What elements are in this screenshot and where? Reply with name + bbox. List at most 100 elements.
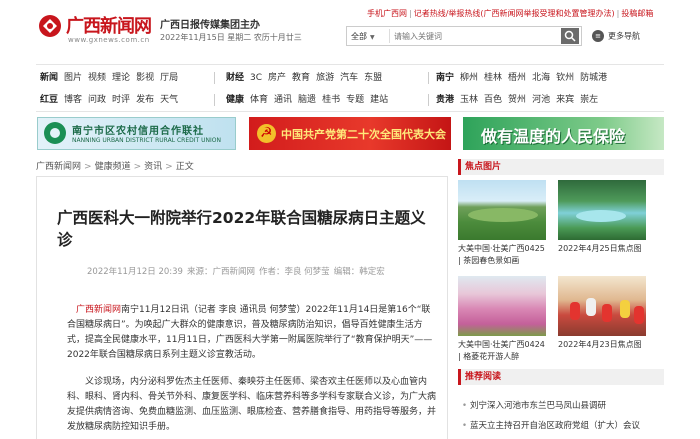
- more-nav-button[interactable]: ≡ 更多导航: [592, 30, 640, 42]
- ad-banner-credit-union[interactable]: 南宁市区农村信用合作联社 NANNING URBAN DISTRICT RURA…: [37, 117, 236, 150]
- lunar-date-text: 农历十月廿三: [253, 33, 302, 42]
- breadcrumb-current: 正文: [175, 162, 194, 172]
- nav-link[interactable]: 红豆: [40, 95, 58, 105]
- ad-banner-insurance[interactable]: 做有温度的人民保险: [463, 117, 664, 150]
- article-panel: 广西医科大一附院举行2022年联合国糖尿病日主题义诊 2022年11月12日 2…: [36, 176, 448, 439]
- nav-link[interactable]: 玉林: [460, 95, 478, 105]
- focus-photo-river[interactable]: [558, 180, 646, 240]
- breadcrumb-separator: >: [165, 162, 173, 172]
- nav-row: 红豆 博客 问政 时评 发布 天气 健康 体育 通讯 脑遗 桂书 专题 建站 贵港 玉林 百色 贺州 河池 来宾…: [36, 91, 664, 111]
- nav-link[interactable]: 新闻: [40, 73, 58, 83]
- focus-photo-children[interactable]: [558, 276, 646, 336]
- recommend-item[interactable]: • 刘宁深入河池市东兰巴马凤山县调研: [462, 399, 606, 411]
- banner-title: 做有温度的人民保险: [481, 127, 626, 146]
- recommend-link[interactable]: 刘宁深入河池市东兰巴马凤山县调研: [470, 401, 606, 411]
- credit-union-logo-icon: [44, 122, 66, 144]
- caret-down-icon: ▼: [370, 34, 375, 41]
- recommend-link[interactable]: 蓝天立主持召开自治区政府党组（扩大）会议: [470, 421, 640, 431]
- source-link[interactable]: 广西新闻网: [67, 305, 121, 315]
- nav-link[interactable]: 3C: [250, 73, 262, 83]
- recommend-item[interactable]: • 蓝天立主持召开自治区政府党组（扩大）会议: [462, 419, 640, 431]
- site-header: 广西新闻网 www.gxnews.com.cn 广西日报传媒集团主办 2022年…: [0, 0, 700, 58]
- nav-link[interactable]: 脑遗: [298, 95, 316, 105]
- nav-link[interactable]: 旅游: [316, 73, 334, 83]
- nav-link[interactable]: 问政: [88, 95, 106, 105]
- top-link-mobile[interactable]: 手机广西网: [367, 9, 407, 18]
- nav-link[interactable]: 财经: [226, 73, 244, 83]
- site-logo[interactable]: 广西新闻网 www.gxnews.com.cn: [38, 10, 152, 44]
- nav-link[interactable]: 建站: [370, 95, 388, 105]
- bullet-icon: •: [462, 401, 468, 411]
- nav-link[interactable]: 理论: [112, 73, 130, 83]
- photo-caption[interactable]: 2022年4月23日焦点图: [558, 339, 650, 351]
- nav-link[interactable]: 柳州: [460, 73, 478, 83]
- nav-link[interactable]: 图片: [64, 73, 82, 83]
- nav-link[interactable]: 东盟: [364, 73, 382, 83]
- top-link-hotline[interactable]: 记者热线/举报热线(广西新闻网举报受理和处置管理办法): [414, 9, 615, 18]
- weekday-text: 星期二: [227, 33, 252, 42]
- nav-group-finance: 财经 3C 房产 教育 旅游 汽车 东盟: [226, 69, 388, 87]
- search-button[interactable]: [561, 28, 579, 44]
- nav-link[interactable]: 南宁: [436, 73, 454, 83]
- breadcrumb-link[interactable]: 资讯: [144, 162, 162, 172]
- top-links-separator: |: [409, 9, 412, 18]
- nav-divider: [428, 72, 429, 84]
- nav-link[interactable]: 百色: [484, 95, 502, 105]
- nav-link[interactable]: 教育: [292, 73, 310, 83]
- nav-link[interactable]: 影视: [136, 73, 154, 83]
- nav-link[interactable]: 来宾: [556, 95, 574, 105]
- focus-photo-flowers[interactable]: [458, 276, 546, 336]
- photo-caption[interactable]: 大美中国·壮美广西0425 | 茶园春色景如画: [458, 243, 550, 267]
- photo-caption[interactable]: 2022年4月25日焦点图: [558, 243, 650, 255]
- breadcrumb-link[interactable]: 健康频道: [95, 162, 131, 172]
- search-icon: [564, 30, 576, 42]
- search-input[interactable]: [389, 29, 559, 43]
- nav-link[interactable]: 体育: [250, 95, 268, 105]
- breadcrumb-link[interactable]: 广西新闻网: [36, 162, 81, 172]
- nav-link[interactable]: 时评: [112, 95, 130, 105]
- photo-caption[interactable]: 大美中国·壮美广西0424 | 格菱花开游人醉: [458, 339, 550, 363]
- article-meta: 2022年11月12日 20:39 来源：广西新闻网 作者：李良 何梦莹 编辑：韩定宏: [87, 265, 389, 277]
- breadcrumb-separator: >: [133, 162, 142, 172]
- date-display: 2022年11月15日 星期二 农历十月廿三: [160, 32, 302, 43]
- nav-link[interactable]: 贺州: [508, 95, 526, 105]
- nav-link[interactable]: 厅局: [160, 73, 178, 83]
- nav-row: 新闻 图片 视频 理论 影视 厅局 财经 3C 房产 教育 旅游 汽车 东盟 南宁 柳州 桂林 梧州 北海 钦州…: [36, 69, 664, 89]
- nav-link[interactable]: 桂书: [322, 95, 340, 105]
- nav-group-cities: 南宁 柳州 桂林 梧州 北海 钦州 防城港: [436, 69, 613, 87]
- nav-link[interactable]: 河池: [532, 95, 550, 105]
- article-paragraph: 义诊现场，内分泌科罗佐杰主任医师、秦映芬主任医师、梁杏欢主任医师以及心血管内科、…: [67, 377, 437, 432]
- nav-link[interactable]: 北海: [532, 73, 550, 83]
- nav-group-health: 健康 体育 通讯 脑遗 桂书 专题 建站: [226, 91, 394, 109]
- nav-link[interactable]: 天气: [160, 95, 178, 105]
- nav-link[interactable]: 梧州: [508, 73, 526, 83]
- nav-link[interactable]: 桂林: [484, 73, 502, 83]
- nav-link[interactable]: 专题: [346, 95, 364, 105]
- nav-link[interactable]: 钦州: [556, 73, 574, 83]
- sidebar: 焦点图片 大美中国·壮美广西0425 | 茶园春色景如画 2022年4月25日焦…: [458, 159, 664, 439]
- top-link-mailbox[interactable]: 投稿邮箱: [621, 9, 653, 18]
- nav-link[interactable]: 房产: [268, 73, 286, 83]
- nav-divider: [214, 94, 215, 106]
- bullet-icon: •: [462, 421, 468, 431]
- nav-divider: [214, 72, 215, 84]
- article-author: 作者：李良 何梦莹: [258, 267, 330, 277]
- article-title: 广西医科大一附院举行2022年联合国糖尿病日主题义诊: [57, 209, 426, 249]
- ad-banner-party-congress[interactable]: 中国共产党第二十次全国代表大会: [249, 117, 451, 150]
- nav-link[interactable]: 崇左: [580, 95, 598, 105]
- nav-link[interactable]: 汽车: [340, 73, 358, 83]
- logo-text: 广西新闻网: [66, 16, 152, 37]
- date-text: 2022年11月15日: [160, 33, 225, 42]
- search-scope-select[interactable]: 全部 ▼: [351, 31, 375, 42]
- focus-photo-tea-garden[interactable]: [458, 180, 546, 240]
- search-scope-label: 全部: [351, 32, 367, 41]
- nav-link[interactable]: 贵港: [436, 95, 454, 105]
- nav-link[interactable]: 健康: [226, 95, 244, 105]
- nav-divider: [428, 94, 429, 106]
- nav-link[interactable]: 视频: [88, 73, 106, 83]
- nav-link[interactable]: 通讯: [274, 95, 292, 105]
- nav-link[interactable]: 博客: [64, 95, 82, 105]
- focus-photos-heading: 焦点图片: [458, 159, 664, 175]
- nav-link[interactable]: 发布: [136, 95, 154, 105]
- nav-link[interactable]: 防城港: [580, 73, 607, 83]
